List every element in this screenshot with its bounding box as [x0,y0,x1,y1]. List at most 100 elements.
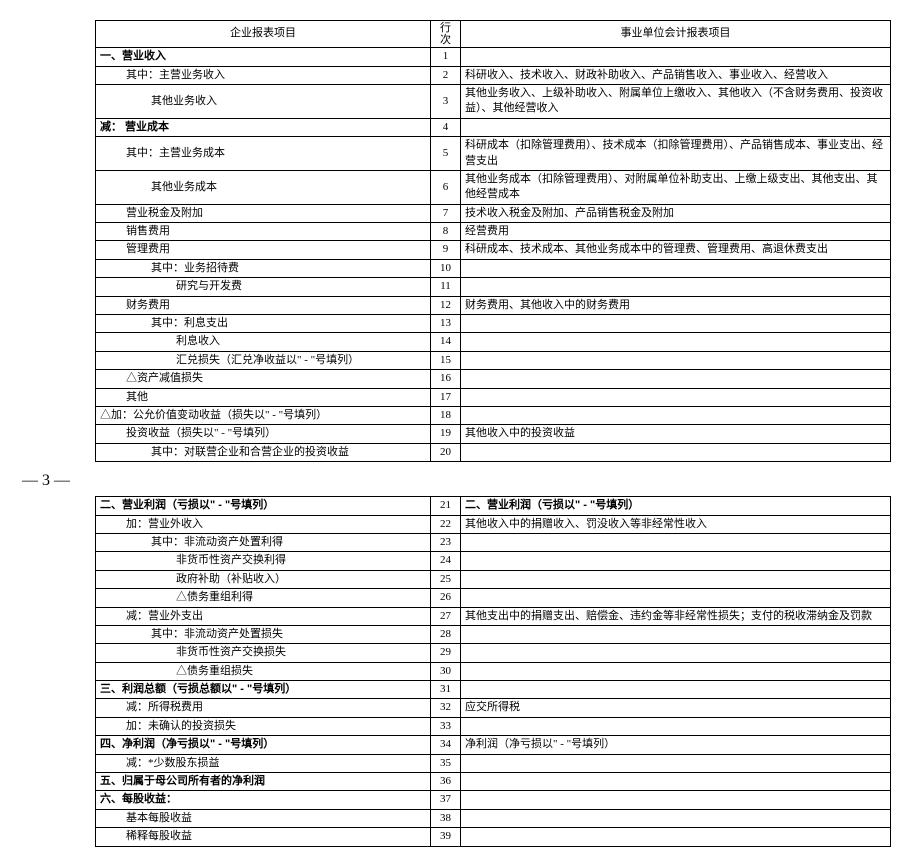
cell-rownum: 30 [431,662,461,680]
cell-item: 其他 [96,388,431,406]
cell-item: 稀释每股收益 [96,828,431,846]
cell-mapping [461,351,891,369]
cell-item: 汇兑损失（汇兑净收益以" - "号填列） [96,351,431,369]
cell-item: 非货币性资产交换损失 [96,644,431,662]
table-row: 三、利润总额（亏损总额以" - "号填列）31 [96,681,891,699]
table-row: 其他17 [96,388,891,406]
cell-rownum: 13 [431,315,461,333]
cell-item: 管理费用 [96,241,431,259]
cell-item: 利息收入 [96,333,431,351]
cell-mapping: 其他业务收入、上级补助收入、附属单位上缴收入、其他收入（不含财务费用、投资收益）… [461,84,891,118]
cell-rownum: 11 [431,278,461,296]
cell-mapping [461,589,891,607]
cell-item: 三、利润总额（亏损总额以" - "号填列） [96,681,431,699]
cell-item: 其中：业务招待费 [96,259,431,277]
cell-mapping [461,791,891,809]
cell-item: 研究与开发费 [96,278,431,296]
cell-item: 二、营业利润（亏损以" - "号填列） [96,497,431,515]
table-row: 财务费用12财务费用、其他收入中的财务费用 [96,296,891,314]
cell-mapping [461,754,891,772]
cell-item: 其中：利息支出 [96,315,431,333]
cell-mapping [461,644,891,662]
cell-rownum: 26 [431,589,461,607]
cell-mapping: 科研收入、技术收入、财政补助收入、产品销售收入、事业收入、经营收入 [461,66,891,84]
table-row: 其中：业务招待费10 [96,259,891,277]
cell-mapping [461,552,891,570]
table-row: △债务重组损失30 [96,662,891,680]
table-row: 减：所得税费用32应交所得税 [96,699,891,717]
cell-item: 一、营业收入 [96,48,431,66]
cell-rownum: 8 [431,223,461,241]
cell-item: 非货币性资产交换利得 [96,552,431,570]
cell-item: 减：*少数股东损益 [96,754,431,772]
table-row: △资产减值损失16 [96,370,891,388]
cell-item: 其中：主营业务收入 [96,66,431,84]
cell-mapping [461,625,891,643]
cell-rownum: 22 [431,515,461,533]
cell-item: 财务费用 [96,296,431,314]
cell-rownum: 19 [431,425,461,443]
cell-rownum: 4 [431,118,461,136]
cell-rownum: 1 [431,48,461,66]
cell-item: △债务重组损失 [96,662,431,680]
cell-mapping [461,681,891,699]
header-col1: 企业报表项目 [96,21,431,48]
cell-rownum: 32 [431,699,461,717]
cell-item: 其中：对联营企业和合营企业的投资收益 [96,443,431,461]
cell-item: 基本每股收益 [96,809,431,827]
cell-item: 投资收益（损失以" - "号填列） [96,425,431,443]
cell-rownum: 6 [431,170,461,204]
cell-rownum: 5 [431,137,461,171]
table-row: 投资收益（损失以" - "号填列）19其他收入中的投资收益 [96,425,891,443]
cell-item: 五、归属于母公司所有者的净利润 [96,773,431,791]
table-row: 研究与开发费11 [96,278,891,296]
cell-rownum: 12 [431,296,461,314]
cell-rownum: 21 [431,497,461,515]
cell-rownum: 14 [431,333,461,351]
cell-item: 其他业务成本 [96,170,431,204]
cell-mapping [461,259,891,277]
cell-rownum: 34 [431,736,461,754]
cell-mapping [461,809,891,827]
cell-rownum: 27 [431,607,461,625]
cell-rownum: 17 [431,388,461,406]
cell-rownum: 36 [431,773,461,791]
cell-item: 其中：主营业务成本 [96,137,431,171]
cell-mapping [461,370,891,388]
cell-rownum: 25 [431,570,461,588]
cell-rownum: 20 [431,443,461,461]
table-row: 四、净利润（净亏损以" - "号填列）34净利润（净亏损以" - "号填列） [96,736,891,754]
cell-item: 减：所得税费用 [96,699,431,717]
cell-rownum: 38 [431,809,461,827]
cell-rownum: 15 [431,351,461,369]
header-col2: 行次 [431,21,461,48]
cell-rownum: 10 [431,259,461,277]
cell-item: 营业税金及附加 [96,204,431,222]
table-row: 其他业务收入3其他业务收入、上级补助收入、附属单位上缴收入、其他收入（不含财务费… [96,84,891,118]
cell-item: 四、净利润（净亏损以" - "号填列） [96,736,431,754]
header-col3: 事业单位会计报表项目 [461,21,891,48]
cell-rownum: 9 [431,241,461,259]
cell-mapping: 技术收入税金及附加、产品销售税金及附加 [461,204,891,222]
cell-mapping: 二、营业利润（亏损以" - "号填列） [461,497,891,515]
cell-mapping: 经营费用 [461,223,891,241]
cell-mapping [461,315,891,333]
table-row: △加：公允价值变动收益（损失以" - "号填列）18 [96,407,891,425]
cell-rownum: 23 [431,533,461,551]
cell-mapping [461,773,891,791]
cell-rownum: 16 [431,370,461,388]
table-row: 非货币性资产交换损失29 [96,644,891,662]
cell-mapping [461,717,891,735]
table-row: 营业税金及附加7技术收入税金及附加、产品销售税金及附加 [96,204,891,222]
table-row: 管理费用9科研成本、技术成本、其他业务成本中的管理费、管理费用、高退休费支出 [96,241,891,259]
cell-rownum: 37 [431,791,461,809]
cell-item: △加：公允价值变动收益（损失以" - "号填列） [96,407,431,425]
cell-item: 六、每股收益： [96,791,431,809]
table-row: 政府补助（补贴收入）25 [96,570,891,588]
cell-rownum: 35 [431,754,461,772]
cell-item: 其中：非流动资产处置损失 [96,625,431,643]
cell-rownum: 29 [431,644,461,662]
cell-mapping [461,533,891,551]
cell-mapping: 其他支出中的捐赠支出、赔偿金、违约金等非经常性损失；支付的税收滞纳金及罚款 [461,607,891,625]
cell-item: 其他业务收入 [96,84,431,118]
